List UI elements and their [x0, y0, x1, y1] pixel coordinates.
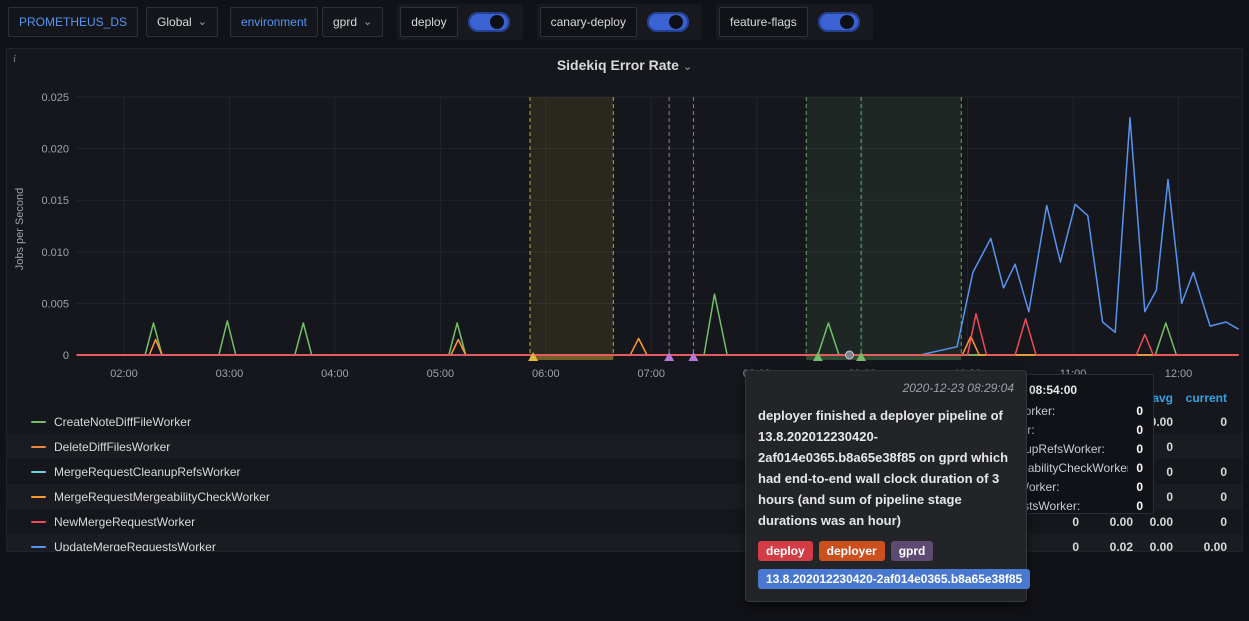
legend-current-value: 0 — [1173, 490, 1227, 504]
series-color-dash — [31, 421, 46, 423]
y-tick-label: 0.005 — [41, 298, 69, 310]
legend-current-value: 0 — [1173, 515, 1227, 529]
legend-current-header[interactable]: current — [1173, 391, 1227, 405]
annotation-tag[interactable]: gprd — [891, 541, 934, 561]
legend-current-value: 0 — [1173, 415, 1227, 429]
y-axis-label: Jobs per Second — [14, 188, 26, 271]
toggle-knob — [490, 15, 504, 29]
tooltip-series-value: 0 — [1136, 461, 1143, 475]
series-color-dash — [31, 496, 46, 498]
deploy-toggle-label: deploy — [400, 7, 457, 37]
series-color-dash — [31, 471, 46, 473]
annotation-text: deployer finished a deployer pipeline of… — [758, 405, 1014, 531]
select-value: gprd — [333, 15, 357, 29]
legend-series-name[interactable]: MergeRequestMergeabilityCheckWorker — [54, 490, 270, 504]
x-tick-label: 02:00 — [110, 368, 138, 380]
annotation-tags: deploy deployer gprd — [758, 541, 1014, 561]
panel-title[interactable]: Sidekiq Error Rate ⌄ — [7, 57, 1242, 73]
chevron-down-icon: ⌄ — [198, 19, 207, 25]
legend-series-name[interactable]: UpdateMergeRequestsWorker — [54, 540, 216, 553]
tooltip-series-value: 0 — [1136, 480, 1143, 494]
tooltip-series-value: 0 — [1136, 442, 1143, 456]
annotation-marker-icon — [688, 352, 698, 361]
series-color-dash — [31, 446, 46, 448]
x-tick-label: 12:00 — [1165, 368, 1193, 380]
toggle-group-deploy: deploy — [397, 4, 522, 40]
legend-series-name[interactable]: MergeRequestCleanupRefsWorker — [54, 465, 241, 479]
annotation-region — [530, 97, 613, 355]
canary-deploy-toggle[interactable] — [647, 12, 689, 32]
y-tick-label: 0.025 — [41, 92, 69, 104]
x-tick-label: 04:00 — [321, 368, 349, 380]
legend-series-name[interactable]: CreateNoteDiffFileWorker — [54, 415, 191, 429]
series-line-MergeRequestMergeabilityCheckWorker — [77, 336, 1239, 355]
chevron-down-icon: ⌄ — [363, 19, 372, 25]
graph-tooltip-time: 08:54:00 — [1029, 383, 1143, 397]
legend-current-value: 0.00 — [1173, 540, 1227, 553]
dashboard-submenu: PROMETHEUS_DS Global ⌄ environment gprd … — [0, 0, 1249, 44]
legend-current-value: 0 — [1173, 465, 1227, 479]
select-value: Global — [157, 15, 192, 29]
toggle-group-canary-deploy: canary-deploy — [537, 4, 702, 40]
tooltip-series-value: 0 — [1136, 423, 1143, 437]
x-tick-label: 07:00 — [637, 368, 665, 380]
y-tick-label: 0 — [63, 350, 69, 362]
y-tick-label: 0.015 — [41, 195, 69, 207]
x-tick-label: 06:00 — [532, 368, 560, 380]
environment-select[interactable]: gprd ⌄ — [322, 7, 383, 37]
panel-title-text: Sidekiq Error Rate — [557, 57, 679, 73]
legend-min-value: 0 — [1025, 515, 1079, 529]
annotation-tag[interactable]: deployer — [819, 541, 885, 561]
y-tick-label: 0.020 — [41, 144, 69, 156]
feature-flags-toggle-label: feature-flags — [719, 7, 808, 37]
annotation-marker-icon — [664, 352, 674, 361]
series-line-NewMergeRequestWorker — [77, 314, 1239, 355]
toggle-knob — [669, 15, 683, 29]
annotation-timestamp: 2020-12-23 08:29:04 — [758, 381, 1014, 395]
feature-flags-toggle[interactable] — [818, 12, 860, 32]
legend-series-name[interactable]: NewMergeRequestWorker — [54, 515, 195, 529]
series-line-UpdateMergeRequestsWorker — [77, 118, 1239, 355]
toggle-group-feature-flags: feature-flags — [716, 4, 873, 40]
datasource-picker[interactable]: PROMETHEUS_DS — [8, 7, 138, 37]
deploy-toggle[interactable] — [468, 12, 510, 32]
hovered-annotation-point — [845, 351, 853, 359]
legend-min-value: 0 — [1025, 540, 1079, 553]
error-rate-chart[interactable]: 0 0.005 0.010 0.015 0.020 0.025 02:00 03:00 04:0… — [7, 89, 1243, 389]
x-tick-label: 05:00 — [427, 368, 455, 380]
legend-row: UpdateMergeRequestsWorker00.020.000.00 — [7, 534, 1243, 552]
environment-variable-label: environment — [230, 7, 318, 37]
toggle-knob — [840, 15, 854, 29]
canary-deploy-toggle-label: canary-deploy — [540, 7, 637, 37]
series-color-dash — [31, 521, 46, 523]
legend-series-name[interactable]: DeleteDiffFilesWorker — [54, 440, 170, 454]
tooltip-series-value: 0 — [1136, 404, 1143, 418]
annotation-tag[interactable]: deploy — [758, 541, 813, 561]
x-tick-label: 03:00 — [216, 368, 244, 380]
annotation-tooltip: 2020-12-23 08:29:04 deployer finished a … — [745, 370, 1027, 602]
release-tag[interactable]: 13.8.202012230420-2af014e0365.b8a65e38f8… — [758, 569, 1030, 589]
legend-avg-value: 0.00 — [1119, 540, 1173, 553]
series-color-dash — [31, 546, 46, 548]
tooltip-series-value: 0 — [1136, 499, 1143, 513]
legend-avg-value: 0.00 — [1119, 515, 1173, 529]
datasource-scope-select[interactable]: Global ⌄ — [146, 7, 218, 37]
chevron-down-icon: ⌄ — [683, 61, 692, 73]
annotation-region — [806, 97, 961, 355]
y-tick-label: 0.010 — [41, 247, 69, 259]
